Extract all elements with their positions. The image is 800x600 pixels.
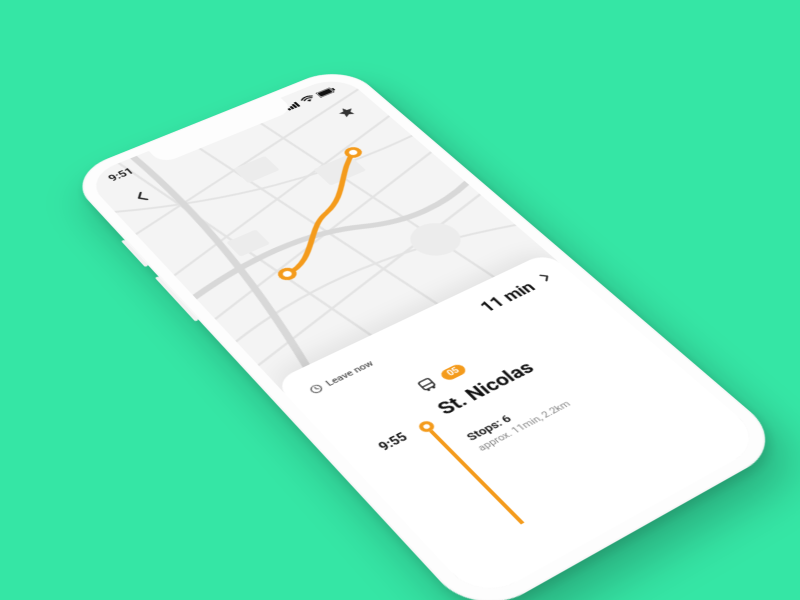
chevron-right-icon [538, 273, 552, 282]
expand-route-button[interactable] [538, 273, 554, 285]
chevron-left-icon [132, 190, 152, 204]
route-destination-marker [344, 147, 362, 158]
leave-now-label: Leave now [323, 358, 376, 387]
bus-icon [413, 375, 442, 395]
screen: 9:51 [83, 74, 767, 600]
leave-now-selector[interactable]: Leave now [307, 358, 375, 395]
timeline-line [429, 430, 524, 524]
battery-icon [315, 86, 337, 97]
star-icon [334, 105, 359, 120]
wifi-icon [299, 94, 317, 104]
route-number-badge: 05 [438, 362, 469, 381]
departure-time: 9:55 [338, 402, 411, 459]
route-origin-marker [278, 268, 297, 281]
stops-count: Stops: 6 [464, 349, 641, 444]
phone-frame: 9:51 [65, 64, 788, 600]
origin-stop-name: St. Nicolas [433, 321, 615, 419]
trip-duration: 11 min [476, 279, 540, 316]
cellular-icon [284, 101, 301, 111]
approx-info: approx. 11min, 2.2km [475, 358, 651, 453]
route-sheet[interactable]: Leave now 11 min 9:55 [273, 252, 766, 600]
timeline [385, 389, 531, 528]
clock-icon [308, 383, 325, 395]
timeline-origin-dot [416, 419, 437, 434]
